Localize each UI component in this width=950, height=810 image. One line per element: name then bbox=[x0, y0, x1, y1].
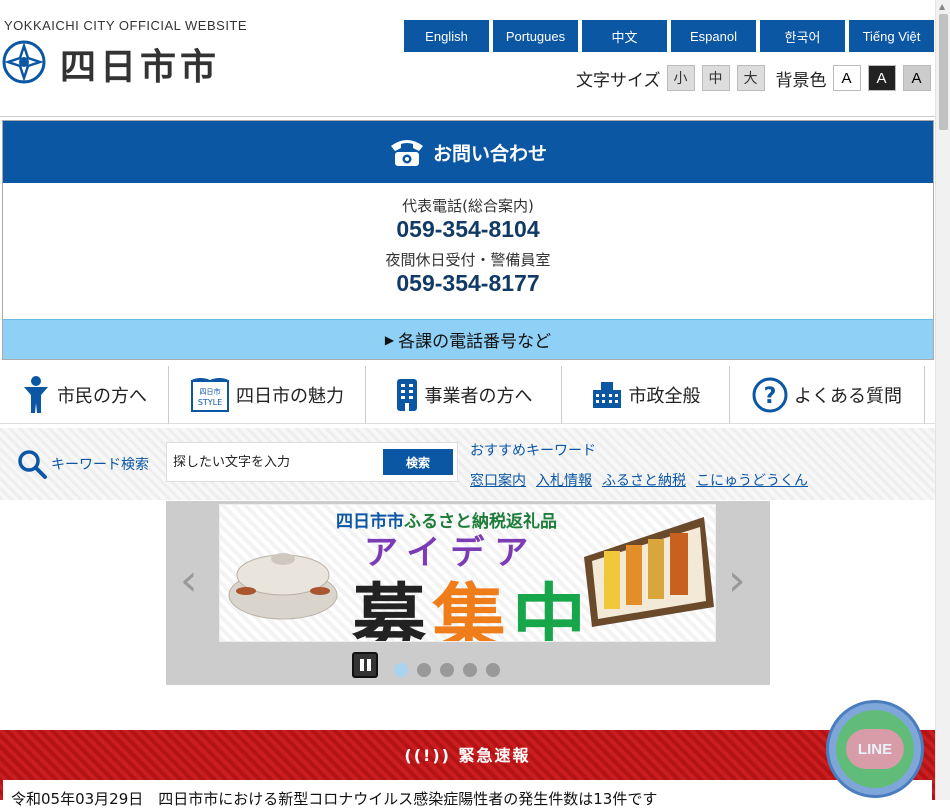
search-icon bbox=[18, 450, 47, 479]
pause-icon bbox=[366, 659, 371, 671]
site-logo[interactable]: YOKKAICHI CITY OFFICIAL WEBSITE 四日市市 bbox=[2, 18, 247, 88]
emergency-message[interactable]: 令和05年03月29日 四日市市における新型コロナウイルス感染症陽性者の発生件数… bbox=[3, 780, 932, 810]
nav-business[interactable]: 事業者の方へ bbox=[366, 366, 562, 424]
logo-subtitle: YOKKAICHI CITY OFFICIAL WEBSITE bbox=[4, 18, 248, 33]
slider-dot[interactable] bbox=[486, 663, 500, 677]
lang-chinese-button[interactable]: 中文 bbox=[582, 20, 667, 52]
bg-black-button[interactable]: A bbox=[867, 65, 896, 91]
alert-icon: ((!)) bbox=[404, 746, 451, 765]
font-size-label: 文字サイズ bbox=[576, 70, 661, 91]
banner-slider: ‹ 四日市市ふるさと納税返礼品 アイデア 募集中 › bbox=[166, 501, 770, 685]
nav-faq[interactable]: ? よくある質問 bbox=[730, 366, 925, 424]
keyword-search-label: キーワード検索 bbox=[16, 448, 149, 480]
slide-banner[interactable]: 四日市市ふるさと納税返礼品 アイデア 募集中 bbox=[219, 504, 716, 642]
slider-next-button[interactable]: › bbox=[728, 555, 746, 606]
lang-vietnamese-button[interactable]: Tiếng Việt bbox=[849, 20, 934, 52]
slider-dot[interactable] bbox=[440, 663, 454, 677]
contact-header: お問い合わせ bbox=[3, 121, 933, 183]
emergency-title: 緊急速報 bbox=[458, 746, 531, 765]
night-tel-label: 夜間休日受付・警備員室 bbox=[385, 251, 551, 269]
keyword-search-text: キーワード検索 bbox=[51, 457, 149, 473]
accessibility-controls: 文字サイズ 小 中 大 背景色 A A A bbox=[576, 64, 938, 92]
clay-pot-image bbox=[228, 553, 338, 620]
bg-color-label: 背景色 bbox=[775, 70, 827, 91]
keyword-link[interactable]: 窓口案内 bbox=[470, 470, 526, 490]
pause-icon bbox=[359, 659, 364, 671]
svg-text:四日市: 四日市 bbox=[200, 387, 221, 396]
slider-prev-button[interactable]: ‹ bbox=[180, 555, 198, 606]
nav-city-govt-label: 市政全般 bbox=[628, 386, 701, 407]
svg-text:?: ? bbox=[764, 384, 777, 409]
person-icon bbox=[24, 376, 48, 413]
nav-charm[interactable]: 四日市 STYLE 四日市の魅力 bbox=[169, 366, 366, 424]
bg-gray-button[interactable]: A bbox=[902, 65, 931, 91]
font-size-large-button[interactable]: 大 bbox=[736, 65, 765, 91]
dept-tel-link-label: 各課の電話番号など bbox=[398, 332, 552, 352]
lang-portugues-button[interactable]: Portugues bbox=[493, 20, 578, 52]
contact-panel: お問い合わせ 代表電話(総合案内) 059-354-8104 夜間休日受付・警備… bbox=[2, 120, 934, 360]
font-size-small-button[interactable]: 小 bbox=[666, 65, 695, 91]
nav-citizens[interactable]: 市民の方へ bbox=[0, 366, 169, 424]
lang-espanol-button[interactable]: Espanol bbox=[671, 20, 756, 52]
slider-dots bbox=[394, 663, 500, 677]
lang-english-button[interactable]: English bbox=[404, 20, 489, 52]
logo-name: 四日市市 bbox=[60, 47, 221, 88]
building-icon bbox=[396, 379, 417, 411]
nav-charm-label: 四日市の魅力 bbox=[236, 386, 344, 407]
slider-pause-button[interactable] bbox=[352, 652, 378, 678]
nav-city-govt[interactable]: 市政全般 bbox=[562, 366, 730, 424]
bottles-gift-image bbox=[584, 517, 714, 627]
keyword-link[interactable]: ふるさと納税 bbox=[602, 470, 686, 490]
main-tel-label: 代表電話(総合案内) bbox=[402, 197, 534, 215]
slide-title-char: 中 bbox=[512, 576, 592, 642]
city-emblem-icon bbox=[2, 40, 46, 84]
scroll-up-arrow-icon[interactable]: ▲ bbox=[939, 2, 945, 11]
font-size-medium-button[interactable]: 中 bbox=[701, 65, 730, 91]
search-box: 検索 bbox=[166, 442, 458, 482]
nav-faq-label: よくある質問 bbox=[794, 386, 902, 407]
slider-dot[interactable] bbox=[417, 663, 431, 677]
contact-title: お問い合わせ bbox=[432, 142, 547, 165]
slide-title-line2: 募集中 bbox=[352, 559, 592, 642]
search-input[interactable] bbox=[167, 443, 379, 481]
recommended-keywords-title: おすすめキーワード bbox=[470, 443, 596, 459]
line-icon: LINE bbox=[846, 729, 904, 769]
main-tel-number[interactable]: 059-354-8104 bbox=[3, 216, 933, 243]
line-share-button[interactable]: LINE bbox=[826, 700, 924, 798]
slider-dot[interactable] bbox=[394, 663, 408, 677]
main-nav: 市民の方へ 四日市 STYLE 四日市の魅力 事業者の方へ 市政全般 ? よくあ… bbox=[0, 366, 935, 424]
recommended-keywords: 窓口案内 入札情報 ふるさと納税 こにゅうどうくん bbox=[470, 470, 808, 490]
language-menu: English Portugues 中文 Espanol 한국어 Tiếng V… bbox=[404, 20, 934, 52]
emergency-bulletin: ((!)) 緊急速報 令和05年03月29日 四日市市における新型コロナウイルス… bbox=[0, 730, 935, 810]
night-tel-number[interactable]: 059-354-8177 bbox=[3, 270, 933, 297]
keyword-link[interactable]: 入札情報 bbox=[536, 470, 592, 490]
search-button[interactable]: 検索 bbox=[383, 449, 453, 475]
triangle-right-icon: ▶ bbox=[384, 332, 395, 347]
slider-dot[interactable] bbox=[463, 663, 477, 677]
slide-title-char: 募 bbox=[352, 576, 432, 642]
nav-citizens-label: 市民の方へ bbox=[57, 386, 147, 407]
svg-text:STYLE: STYLE bbox=[198, 398, 222, 407]
page-scrollbar[interactable]: ▲ bbox=[935, 0, 950, 800]
city-hall-icon bbox=[592, 382, 621, 408]
question-icon: ? bbox=[752, 377, 788, 413]
search-section: キーワード検索 検索 おすすめキーワード 窓口案内 入札情報 ふるさと納税 こに… bbox=[0, 428, 935, 500]
lang-korean-button[interactable]: 한국어 bbox=[760, 20, 845, 52]
keyword-link[interactable]: こにゅうどうくん bbox=[696, 470, 808, 490]
header-divider bbox=[0, 116, 935, 117]
yokkaichi-style-icon: 四日市 STYLE bbox=[191, 378, 229, 412]
dept-tel-link[interactable]: ▶ 各課の電話番号など bbox=[3, 319, 933, 359]
scroll-thumb[interactable] bbox=[939, 14, 948, 130]
bg-white-button[interactable]: A bbox=[832, 65, 861, 91]
emergency-header: ((!)) 緊急速報 bbox=[0, 742, 935, 766]
slide-title-char: 集 bbox=[432, 576, 512, 642]
line-icon-circle: LINE bbox=[836, 710, 914, 788]
phone-icon bbox=[390, 140, 423, 166]
nav-business-label: 事業者の方へ bbox=[424, 386, 533, 407]
